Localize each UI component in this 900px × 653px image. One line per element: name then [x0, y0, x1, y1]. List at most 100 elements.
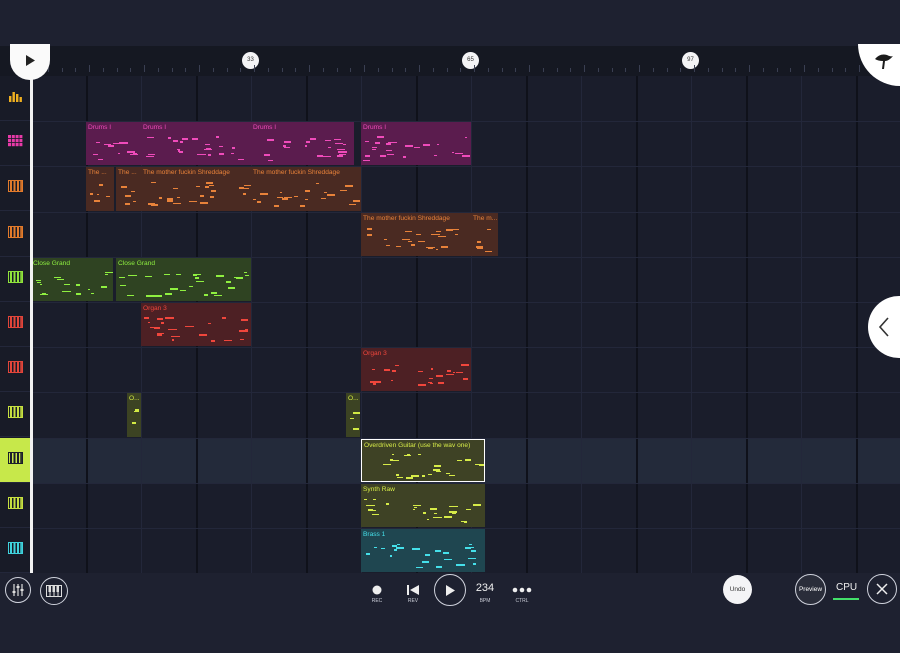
- play-button[interactable]: [434, 574, 466, 606]
- clip-label: Drums I: [88, 124, 112, 132]
- midi-note: [413, 146, 420, 149]
- pattern-clip[interactable]: Overdriven Guitar (use the wav one): [361, 438, 485, 482]
- pattern-clip[interactable]: Close Grand: [31, 257, 113, 301]
- midi-note: [364, 140, 369, 143]
- midi-note: [236, 277, 244, 279]
- midi-note: [408, 240, 413, 243]
- bottom-toolbar: REC REV 234 BPM CTRL Undo Preview CPU: [0, 573, 900, 653]
- track-11-button[interactable]: [0, 528, 30, 573]
- track-8-button[interactable]: [0, 392, 30, 438]
- record-button[interactable]: [370, 583, 384, 597]
- midi-note: [310, 138, 317, 140]
- playhead[interactable]: [30, 76, 33, 573]
- pattern-clip[interactable]: O...: [346, 393, 360, 437]
- pattern-clip[interactable]: Organ 3: [141, 303, 251, 347]
- timeline-tick: [144, 65, 145, 72]
- timeline-ruler[interactable]: 33 65 97: [0, 46, 900, 76]
- mixer-icon: [12, 584, 24, 596]
- midi-note: [392, 545, 397, 547]
- midi-note: [476, 241, 481, 243]
- midi-note: [62, 290, 71, 293]
- timeline-tick: [707, 68, 709, 72]
- midi-note: [95, 141, 100, 144]
- track-6-button[interactable]: [0, 302, 30, 347]
- clip-label: O...: [129, 395, 140, 403]
- track-10-button[interactable]: [0, 483, 30, 528]
- midi-note: [196, 280, 205, 283]
- midi-note: [436, 248, 439, 251]
- bar-marker-33[interactable]: 33: [242, 52, 259, 69]
- midi-note: [105, 195, 111, 198]
- track-1-button[interactable]: [0, 76, 30, 121]
- midi-note: [370, 509, 377, 512]
- pattern-clip[interactable]: Drums I: [141, 122, 251, 166]
- drum-pads-icon: [7, 134, 23, 152]
- ctrl-button[interactable]: [510, 582, 534, 598]
- midi-note: [305, 145, 308, 147]
- track-9-button[interactable]: [0, 437, 30, 483]
- midi-note: [104, 143, 112, 146]
- timeline-tick: [611, 68, 613, 72]
- midi-note: [105, 273, 109, 276]
- midi-note: [231, 152, 235, 155]
- skip-back-icon: [407, 585, 419, 595]
- midi-note: [433, 465, 441, 467]
- track-5-button[interactable]: [0, 257, 30, 302]
- pattern-clip[interactable]: The mother fuckin Shreddage: [251, 167, 361, 211]
- pattern-clip[interactable]: Brass 1: [361, 529, 485, 573]
- midi-note: [435, 566, 442, 568]
- piano-keyboard-button[interactable]: [40, 577, 68, 605]
- bar-marker-65[interactable]: 65: [462, 52, 479, 69]
- pattern-clip[interactable]: O...: [127, 393, 141, 437]
- midi-note: [168, 328, 178, 330]
- midi-note: [177, 148, 180, 151]
- bar-marker-97[interactable]: 97: [682, 52, 699, 69]
- timeline-tick: [185, 68, 187, 72]
- pattern-clip[interactable]: The ...: [86, 167, 114, 211]
- midi-note: [228, 287, 235, 289]
- midi-note: [284, 196, 292, 199]
- midi-note: [411, 244, 416, 246]
- preview-button[interactable]: Preview: [795, 574, 826, 605]
- midi-note: [243, 271, 248, 274]
- pattern-clip[interactable]: Drums I: [361, 122, 471, 166]
- track-7-button[interactable]: [0, 347, 30, 393]
- pattern-clip[interactable]: The mother fuckin Shreddage: [141, 167, 251, 211]
- midi-note: [418, 370, 424, 373]
- midi-note: [153, 295, 163, 297]
- midi-note: [463, 378, 469, 380]
- pattern-clip[interactable]: The ...: [116, 167, 141, 211]
- pattern-clip[interactable]: Drums I: [251, 122, 354, 166]
- midi-note: [165, 317, 174, 319]
- close-button[interactable]: [867, 574, 897, 604]
- midi-note: [180, 289, 186, 292]
- timeline-tick: [694, 65, 695, 72]
- arrangement-grid[interactable]: Drums I Drums I Drums I Drums I The ... The .…: [30, 76, 900, 573]
- midi-note: [118, 142, 128, 144]
- midi-note: [372, 148, 376, 151]
- piano-keys-icon: [7, 270, 23, 288]
- timeline-tick: [831, 68, 833, 72]
- pattern-clip[interactable]: The mother fuckin Shreddage: [361, 212, 471, 256]
- midi-note: [431, 233, 440, 236]
- undo-button[interactable]: Undo: [723, 575, 752, 604]
- pattern-clip[interactable]: Close Grand: [116, 257, 251, 301]
- pattern-clip[interactable]: Organ 3: [361, 348, 471, 392]
- timeline-tick: [652, 68, 654, 72]
- mixer-button[interactable]: [5, 577, 31, 603]
- track-2-button[interactable]: [0, 121, 30, 167]
- midi-note: [150, 181, 156, 184]
- midi-note: [393, 549, 398, 551]
- pattern-clip[interactable]: Drums I: [86, 122, 141, 166]
- pattern-clip[interactable]: The m...: [471, 212, 498, 256]
- pattern-clip[interactable]: Synth Raw: [361, 483, 485, 527]
- track-4-button[interactable]: [0, 212, 30, 257]
- midi-note: [154, 327, 161, 329]
- track-3-button[interactable]: [0, 166, 30, 212]
- midi-note: [417, 384, 426, 386]
- midi-note: [390, 379, 394, 382]
- piano-keys-icon: [7, 315, 23, 333]
- rewind-button[interactable]: [405, 582, 421, 598]
- timeline-tick: [309, 65, 310, 72]
- bpm-value[interactable]: 234: [470, 582, 500, 594]
